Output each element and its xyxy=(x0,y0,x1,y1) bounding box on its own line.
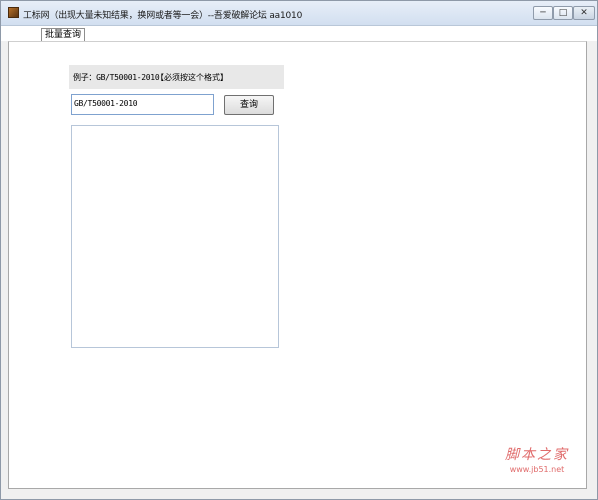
watermark-url: www.jb51.net xyxy=(509,465,565,474)
tab-strip: 批量查询 xyxy=(1,26,597,41)
results-textarea[interactable] xyxy=(71,125,279,348)
example-hint-box: 例子：GB/T50001-2010 【必须按这个格式】 xyxy=(69,65,284,89)
query-button[interactable]: 查询 xyxy=(224,95,274,115)
example-format-note: 【必须按这个格式】 xyxy=(156,73,228,82)
close-icon: ✕ xyxy=(580,8,588,18)
watermark-logo: 脚本之家 www.jb51.net xyxy=(495,444,579,474)
title-bar[interactable]: 工标网（出现大量未知结果，换网或者等一会）--吾爱破解论坛 aa1010 ─ □… xyxy=(1,1,597,26)
tab-batch-query[interactable]: 批量查询 xyxy=(41,28,86,41)
minimize-button[interactable]: ─ xyxy=(533,6,553,20)
watermark-title: 脚本之家 xyxy=(505,447,569,463)
window-title: 工标网（出现大量未知结果，换网或者等一会）--吾爱破解论坛 aa1010 xyxy=(23,11,303,21)
close-button[interactable]: ✕ xyxy=(573,6,595,20)
app-window: 工标网（出现大量未知结果，换网或者等一会）--吾爱破解论坛 aa1010 ─ □… xyxy=(0,0,598,500)
minimize-icon: ─ xyxy=(540,8,546,18)
maximize-icon: □ xyxy=(558,8,568,18)
app-icon xyxy=(8,7,19,18)
example-label: 例子：GB/T50001-2010 xyxy=(73,73,160,82)
maximize-button[interactable]: □ xyxy=(553,6,573,20)
standard-number-input[interactable]: GB/T50001-2010 xyxy=(71,94,214,115)
